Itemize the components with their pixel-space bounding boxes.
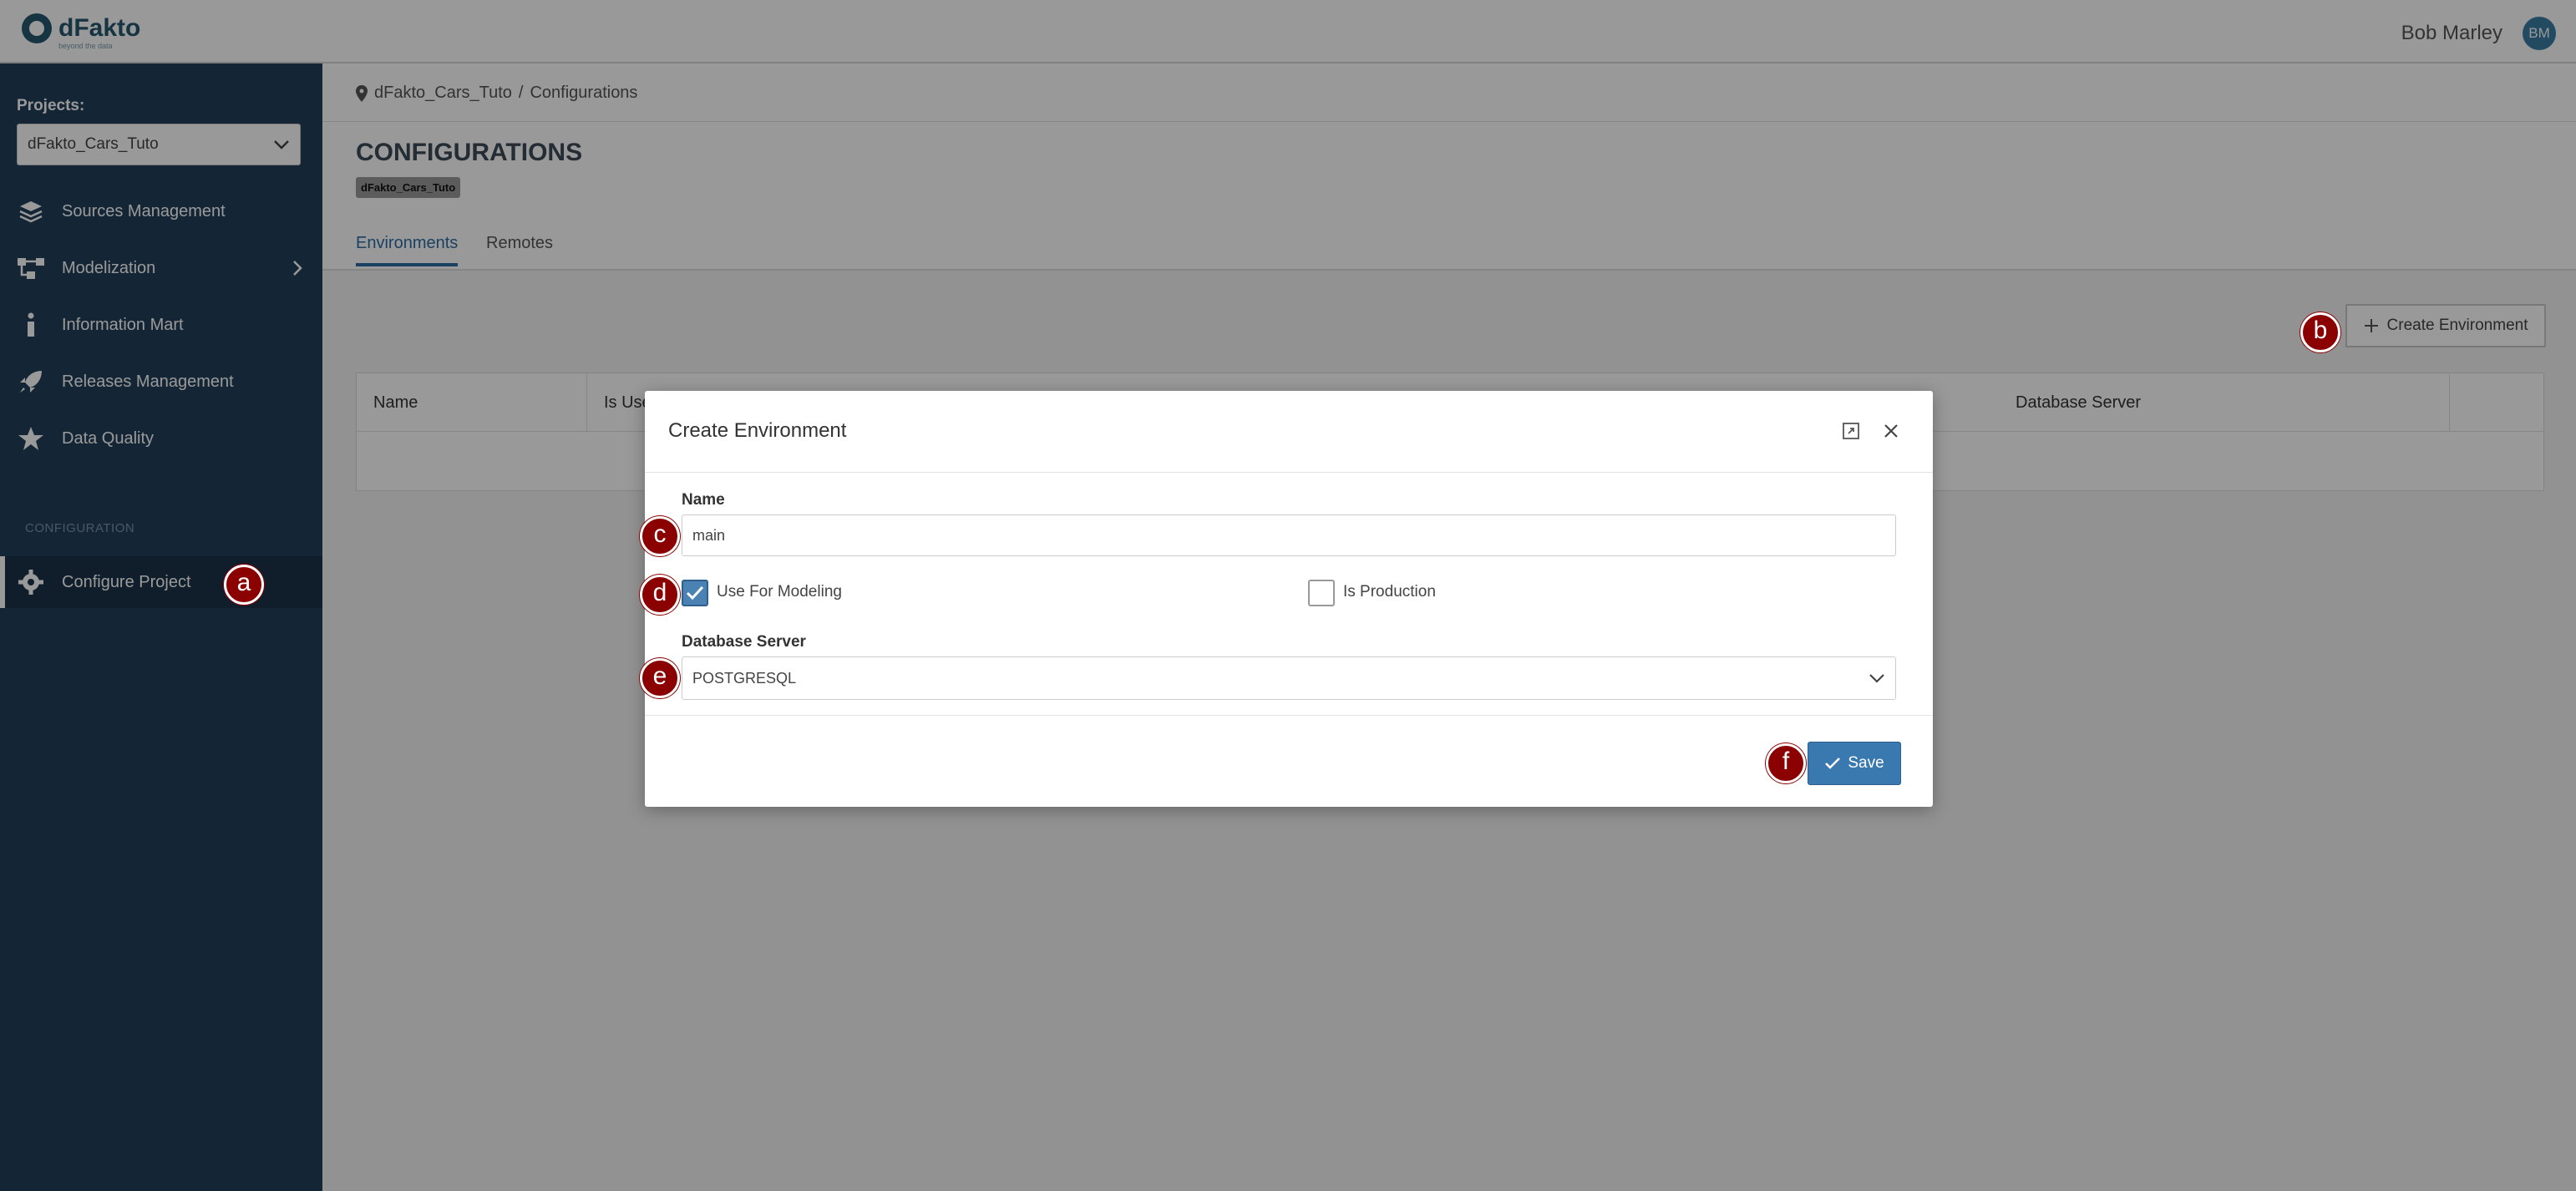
chevron-down-icon [1869,674,1884,683]
close-icon[interactable] [1879,419,1903,443]
is-production-checkbox[interactable] [1308,580,1335,606]
annotation-marker-c: c [640,516,680,556]
database-server-label: Database Server [682,633,806,651]
database-server-value: POSTGRESQL [692,669,797,687]
is-production-label[interactable]: Is Production [1343,583,1436,601]
annotation-marker-a: a [224,565,264,605]
dialog-header: Create Environment [645,391,1933,473]
create-environment-dialog: Create Environment Name main Use For Mod… [645,391,1933,807]
save-label: Save [1848,754,1884,772]
annotation-marker-e: e [640,658,680,698]
dialog-title: Create Environment [668,419,847,442]
checkmark-icon [1825,758,1841,769]
maximize-icon[interactable] [1839,419,1863,443]
save-button[interactable]: Save [1808,742,1901,785]
annotation-marker-f: f [1766,743,1806,783]
name-field-label: Name [682,491,725,509]
annotation-marker-b: b [2300,312,2340,352]
use-for-modeling-checkbox[interactable] [682,580,708,606]
database-server-select[interactable]: POSTGRESQL [682,656,1896,700]
use-for-modeling-label[interactable]: Use For Modeling [717,583,842,601]
name-field[interactable]: main [682,514,1896,556]
checkmark-icon [686,585,704,601]
dialog-footer-divider [645,715,1933,716]
annotation-marker-d: d [640,575,680,615]
